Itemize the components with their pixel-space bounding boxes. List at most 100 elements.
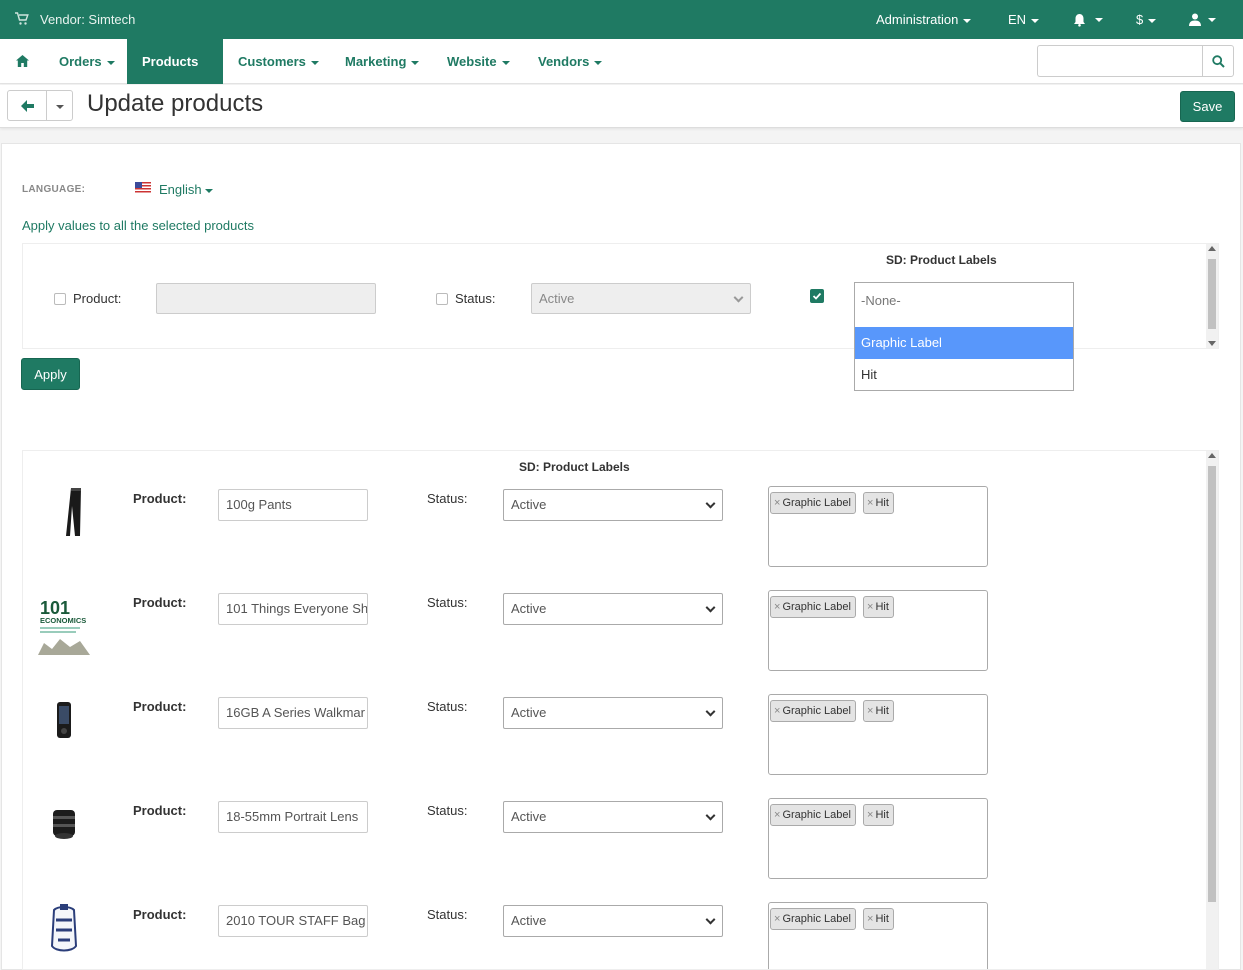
labels-multiselect[interactable]: × Graphic Label × Hit bbox=[768, 590, 988, 671]
product-label: Product: bbox=[73, 291, 122, 306]
remove-icon[interactable]: × bbox=[867, 809, 873, 821]
remove-icon[interactable]: × bbox=[774, 601, 780, 613]
status-select[interactable]: Active bbox=[503, 593, 723, 625]
status-select[interactable]: Active bbox=[503, 697, 723, 729]
product-name-field[interactable]: 2010 TOUR STAFF Bag bbox=[218, 905, 368, 937]
remove-icon[interactable]: × bbox=[774, 809, 780, 821]
home-icon[interactable] bbox=[16, 55, 29, 67]
product-name-field[interactable]: 101 Things Everyone Sh bbox=[218, 593, 368, 625]
labels-multiselect[interactable]: × Graphic Label × Hit bbox=[768, 486, 988, 567]
language-code: EN bbox=[1008, 12, 1027, 27]
labels-multiselect[interactable]: × Graphic Label × Hit bbox=[768, 798, 988, 879]
administration-label: Administration bbox=[876, 12, 959, 27]
remove-icon[interactable]: × bbox=[867, 601, 873, 613]
labels-dropdown[interactable]: -None- Graphic Label Hit bbox=[854, 282, 1074, 391]
status-select[interactable]: Active bbox=[503, 801, 723, 833]
remove-icon[interactable]: × bbox=[774, 705, 780, 717]
product-name-field[interactable]: 16GB A Series Walkmar bbox=[218, 697, 368, 729]
scrollbar[interactable] bbox=[1206, 451, 1218, 969]
cart-icon[interactable] bbox=[15, 12, 29, 26]
status-label: Status: bbox=[427, 907, 468, 922]
tag-text: Graphic Label bbox=[782, 601, 851, 613]
user-menu[interactable] bbox=[1189, 11, 1216, 27]
nav-vendors[interactable]: Vendors bbox=[523, 39, 617, 84]
product-thumbnail bbox=[50, 904, 78, 952]
product-label: Product: bbox=[133, 803, 187, 818]
search-input[interactable] bbox=[1037, 45, 1203, 77]
nav-customers[interactable]: Customers bbox=[223, 39, 334, 84]
product-label: Product: bbox=[133, 595, 187, 610]
remove-icon[interactable]: × bbox=[774, 497, 780, 509]
status-select-all-value: Active bbox=[539, 291, 575, 306]
chevron-down-icon bbox=[1208, 17, 1216, 22]
tag-graphic-label[interactable]: × Graphic Label bbox=[770, 700, 856, 722]
labels-option-graphic-label[interactable]: Graphic Label bbox=[855, 327, 1073, 359]
chevron-down-icon bbox=[705, 706, 716, 717]
save-button[interactable]: Save bbox=[1180, 91, 1235, 122]
tag-graphic-label[interactable]: × Graphic Label bbox=[770, 908, 856, 930]
table-row: Product: 16GB A Series Walkmar Status: A… bbox=[23, 694, 1203, 798]
chevron-down-icon bbox=[1148, 18, 1157, 23]
labels-multiselect[interactable]: × Graphic Label × Hit bbox=[768, 694, 988, 775]
status-checkbox[interactable] bbox=[436, 293, 448, 305]
remove-icon[interactable]: × bbox=[867, 913, 873, 925]
status-select-all[interactable]: Active bbox=[531, 283, 751, 314]
tag-text: Graphic Label bbox=[782, 809, 851, 821]
scroll-up-icon[interactable] bbox=[1208, 246, 1216, 251]
status-select[interactable]: Active bbox=[503, 905, 723, 937]
apply-button[interactable]: Apply bbox=[21, 358, 80, 390]
tag-hit[interactable]: × Hit bbox=[863, 596, 894, 618]
product-checkbox[interactable] bbox=[54, 293, 66, 305]
labels-checkbox[interactable] bbox=[810, 289, 824, 303]
language-selector[interactable]: English bbox=[159, 182, 213, 197]
tag-hit[interactable]: × Hit bbox=[863, 908, 894, 930]
tag-text: Hit bbox=[875, 601, 889, 613]
remove-icon[interactable]: × bbox=[867, 497, 873, 509]
back-button[interactable] bbox=[7, 90, 47, 121]
product-field-all[interactable] bbox=[156, 283, 376, 314]
status-value: Active bbox=[511, 913, 547, 928]
product-name-field[interactable]: 100g Pants bbox=[218, 489, 368, 521]
tag-graphic-label[interactable]: × Graphic Label bbox=[770, 804, 856, 826]
currency-menu[interactable]: $ bbox=[1136, 12, 1157, 27]
page-title: Update products bbox=[87, 90, 264, 117]
scroll-thumb[interactable] bbox=[1208, 466, 1216, 902]
back-dropdown-button[interactable] bbox=[46, 90, 73, 121]
tag-text: Hit bbox=[875, 497, 889, 509]
tag-hit[interactable]: × Hit bbox=[863, 804, 894, 826]
labels-dropdown-none[interactable]: -None- bbox=[861, 293, 901, 308]
scroll-up-icon[interactable] bbox=[1208, 453, 1216, 458]
remove-icon[interactable]: × bbox=[867, 705, 873, 717]
labels-multiselect[interactable]: × Graphic Label × Hit bbox=[768, 902, 988, 969]
nav-orders[interactable]: Orders bbox=[44, 39, 130, 84]
chevron-down-icon bbox=[705, 914, 716, 925]
remove-icon[interactable]: × bbox=[774, 913, 780, 925]
scroll-down-icon[interactable] bbox=[1208, 341, 1216, 346]
status-select[interactable]: Active bbox=[503, 489, 723, 521]
tag-text: Hit bbox=[875, 809, 889, 821]
language-value: English bbox=[159, 182, 202, 197]
nav-products[interactable]: Products bbox=[127, 39, 223, 110]
scroll-thumb[interactable] bbox=[1208, 259, 1216, 329]
labels-option-hit[interactable]: Hit bbox=[855, 359, 1073, 391]
tag-hit[interactable]: × Hit bbox=[863, 700, 894, 722]
chevron-down-icon bbox=[106, 60, 115, 65]
tag-hit[interactable]: × Hit bbox=[863, 492, 894, 514]
chevron-down-icon bbox=[204, 188, 213, 193]
language-menu[interactable]: EN bbox=[1008, 12, 1040, 27]
nav-marketing[interactable]: Marketing bbox=[330, 39, 434, 84]
title-bar: Update products Save bbox=[0, 85, 1243, 128]
scrollbar[interactable] bbox=[1206, 244, 1218, 348]
nav-website[interactable]: Website bbox=[432, 39, 525, 84]
search-button[interactable] bbox=[1202, 45, 1234, 77]
chevron-down-icon bbox=[733, 292, 744, 303]
notifications-menu[interactable] bbox=[1073, 11, 1103, 27]
administration-menu[interactable]: Administration bbox=[876, 12, 972, 27]
chevron-down-icon bbox=[963, 18, 972, 23]
chevron-down-icon bbox=[411, 60, 420, 65]
status-label: Status: bbox=[427, 699, 468, 714]
tag-graphic-label[interactable]: × Graphic Label bbox=[770, 492, 856, 514]
nav-website-label: Website bbox=[447, 54, 497, 69]
product-name-field[interactable]: 18-55mm Portrait Lens bbox=[218, 801, 368, 833]
tag-graphic-label[interactable]: × Graphic Label bbox=[770, 596, 856, 618]
